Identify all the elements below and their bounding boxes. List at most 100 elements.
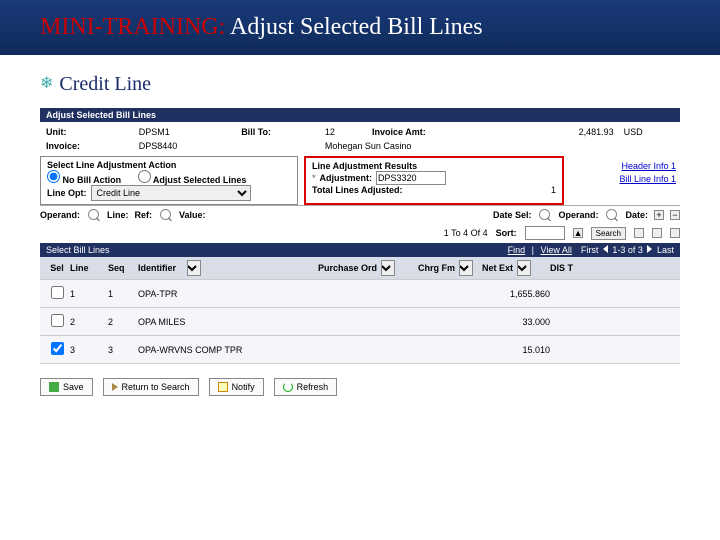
radio-adjust-selected-input[interactable]	[138, 170, 151, 183]
total-adjusted-value: 1	[551, 185, 556, 195]
col-seq: Seq	[108, 263, 138, 273]
refresh-button[interactable]: Refresh	[274, 378, 338, 396]
row-seq: 3	[108, 345, 138, 355]
grid-next-icon[interactable]	[647, 245, 652, 253]
row-line: 3	[70, 345, 108, 355]
ref-lookup-icon[interactable]	[160, 209, 171, 220]
date-label: Date:	[625, 210, 648, 220]
header-block: Unit: DPSM1 Bill To: 12 Invoice Amt: 2,4…	[40, 124, 680, 154]
row-seq: 1	[108, 289, 138, 299]
slide-subheading: ❄Credit Line	[0, 55, 720, 106]
grid-prev-icon[interactable]	[603, 245, 608, 253]
lineopt-label: Line Opt:	[47, 188, 87, 198]
save-button[interactable]: Save	[40, 378, 93, 396]
grid-find-link[interactable]: Find	[508, 245, 526, 255]
grid-title: Select Bill Lines	[46, 245, 110, 255]
action-panel-title: Select Line Adjustment Action	[47, 160, 291, 170]
refresh-icon	[283, 382, 293, 392]
app-content: Adjust Selected Bill Lines Unit: DPSM1 B…	[0, 108, 720, 396]
adjustment-input[interactable]	[376, 171, 446, 185]
slide-title-prefix: MINI-TRAINING:	[40, 14, 225, 40]
row-seq: 2	[108, 317, 138, 327]
col-chrg: Chrg Fm	[418, 260, 482, 276]
notify-icon	[218, 382, 228, 392]
radio-no-bill-action[interactable]: No Bill Action	[47, 175, 121, 185]
value-label: Value:	[179, 210, 206, 220]
required-star-icon: *	[312, 173, 316, 183]
operand-lookup-icon[interactable]	[88, 209, 99, 220]
remove-row-icon[interactable]: −	[670, 210, 680, 220]
back-icon	[112, 383, 118, 391]
table-row: 22OPA MILES33.000	[40, 308, 680, 336]
pager-mini-2[interactable]	[652, 228, 662, 238]
grid-navlinks: Find | View All First 1-3 of 3 Last	[504, 245, 674, 255]
grid-body: 11OPA-TPR1,655.86022OPA MILES33.00033OPA…	[40, 280, 680, 364]
grid-title-bar: Select Bill Lines Find | View All First …	[40, 243, 680, 257]
lineopt-select[interactable]: Credit Line	[91, 185, 251, 201]
col-chrg-select[interactable]	[459, 260, 473, 276]
invoice-label: Invoice:	[42, 140, 133, 152]
save-icon	[49, 382, 59, 392]
line-label: Line:	[107, 210, 129, 220]
invamt-currency: USD	[620, 126, 678, 138]
slide-banner: MINI-TRAINING: Adjust Selected Bill Line…	[0, 0, 720, 55]
billto-label: Bill To:	[237, 126, 319, 138]
sort-asc-icon[interactable]: ▲	[573, 228, 583, 238]
sort-input[interactable]	[525, 226, 565, 240]
total-adjusted-label: Total Lines Adjusted:	[312, 185, 403, 195]
links-column: Header Info 1 Bill Line Info 1	[570, 156, 680, 205]
row-select-checkbox[interactable]	[51, 286, 64, 299]
datesel-lookup-icon[interactable]	[539, 209, 550, 220]
search-button[interactable]: Search	[591, 227, 626, 240]
row-identifier: OPA-TPR	[138, 289, 318, 299]
col-identifier-select[interactable]	[187, 260, 201, 276]
pager-mini-3[interactable]	[670, 228, 680, 238]
row-select-checkbox[interactable]	[51, 342, 64, 355]
criteria-row: Operand: Line: Ref: Value: Date Sel: Ope…	[40, 205, 680, 223]
grid-range: 1-3 of 3	[612, 245, 643, 255]
col-line: Line	[70, 263, 108, 273]
row-line: 2	[70, 317, 108, 327]
adjustment-row: * Adjustment:	[312, 171, 556, 185]
billto-value: 12	[321, 126, 366, 138]
datesel-label: Date Sel:	[493, 210, 532, 220]
billto-name: Mohegan Sun Casino	[321, 140, 523, 152]
row-net: 1,655.860	[482, 289, 550, 299]
operand2-label: Operand:	[558, 210, 598, 220]
invamt-value: 2,481.93	[525, 126, 618, 138]
row-net: 33.000	[482, 317, 550, 327]
panels-row: Select Line Adjustment Action No Bill Ac…	[40, 156, 680, 205]
col-po-select[interactable]	[381, 260, 395, 276]
col-dist: DIS T	[550, 263, 610, 273]
operand2-lookup-icon[interactable]	[606, 209, 617, 220]
invamt-label: Invoice Amt:	[368, 126, 523, 138]
notify-button[interactable]: Notify	[209, 378, 264, 396]
grid-viewall-link[interactable]: View All	[541, 245, 572, 255]
slide-title: MINI-TRAINING: Adjust Selected Bill Line…	[40, 14, 680, 41]
row-select-checkbox[interactable]	[51, 314, 64, 327]
snowflake-icon: ❄	[40, 73, 53, 93]
col-net: Net Ext	[482, 260, 550, 276]
pager-mini-1[interactable]	[634, 228, 644, 238]
grid-last-label: Last	[657, 245, 674, 255]
ref-label: Ref:	[135, 210, 153, 220]
header-info-link[interactable]: Header Info 1	[574, 161, 676, 171]
lineopt-row: Line Opt: Credit Line	[47, 185, 291, 201]
add-row-icon[interactable]: +	[654, 210, 664, 220]
table-row: 33OPA-WRVNS COMP TPR15.010	[40, 336, 680, 364]
bill-line-info-link[interactable]: Bill Line Info 1	[574, 174, 676, 184]
col-net-select[interactable]	[517, 260, 531, 276]
return-to-search-button[interactable]: Return to Search	[103, 378, 199, 396]
radio-adjust-selected[interactable]: Adjust Selected Lines	[138, 175, 247, 185]
unit-label: Unit:	[42, 126, 133, 138]
action-panel: Select Line Adjustment Action No Bill Ac…	[40, 156, 298, 205]
radio-no-bill-action-input[interactable]	[47, 170, 60, 183]
sort-label: Sort:	[496, 228, 517, 238]
col-identifier: Identifier	[138, 260, 318, 276]
operand-label: Operand:	[40, 210, 80, 220]
adjustment-label: Adjustment:	[320, 173, 373, 183]
unit-value: DPSM1	[135, 126, 235, 138]
grid-first-label: First	[581, 245, 599, 255]
results-panel: Line Adjustment Results * Adjustment: To…	[304, 156, 564, 205]
total-adjusted-row: Total Lines Adjusted: 1	[312, 185, 556, 195]
